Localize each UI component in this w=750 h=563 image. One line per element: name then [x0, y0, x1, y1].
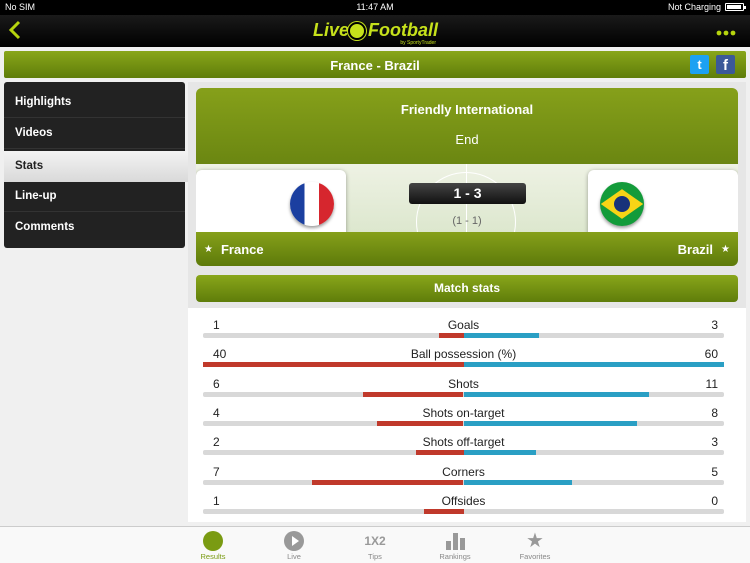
stat-label: Shots off-target: [422, 435, 505, 450]
away-stat-bar: [463, 450, 536, 456]
tab-tips[interactable]: 1X2 Tips: [350, 530, 400, 561]
play-icon: [284, 531, 304, 551]
away-stat-value: 8: [711, 405, 718, 420]
battery-status: Not Charging: [667, 2, 746, 12]
star-icon: ★: [526, 530, 544, 552]
home-stat-bar: [362, 391, 464, 397]
football-icon: [348, 22, 366, 40]
stat-row: 1 Offsides 0: [203, 489, 724, 518]
home-stat-bar: [438, 333, 464, 338]
match-stats-header: Match stats: [196, 275, 738, 302]
stat-row: 1 Goals 3: [203, 313, 724, 342]
app-logo: Live Football by SportyTrader: [313, 20, 438, 46]
stat-row: 2 Shots off-target 3: [203, 430, 724, 459]
more-dots-icon: [716, 30, 736, 36]
more-button[interactable]: [716, 21, 736, 37]
sidebar: Highlights Videos Stats Line-up Comments: [4, 82, 194, 248]
home-stat-bar: [423, 508, 464, 514]
home-team-name[interactable]: ★ France: [204, 242, 264, 257]
stat-row: 6 Shots 11: [203, 372, 724, 401]
stat-label: Corners: [442, 464, 485, 479]
away-team-badge[interactable]: [588, 170, 738, 238]
tab-rankings[interactable]: Rankings: [430, 530, 480, 561]
page-title: France - Brazil: [330, 58, 420, 73]
match-detail-panel: Friendly International End 1 - 3 (1 - 1)…: [188, 82, 746, 522]
away-stat-value: 5: [711, 464, 718, 479]
away-team-name[interactable]: Brazil ★: [678, 242, 730, 257]
away-stat-bar: [463, 391, 649, 397]
away-stat-value: 11: [705, 376, 718, 391]
stat-row: 7 Corners 5: [203, 460, 724, 489]
match-status: End: [455, 132, 479, 147]
stat-label: Goals: [447, 318, 480, 332]
star-icon[interactable]: ★: [721, 244, 730, 255]
sidebar-item-lineup[interactable]: Line-up: [4, 181, 185, 212]
star-icon[interactable]: ★: [204, 244, 213, 255]
facebook-share-button[interactable]: f: [716, 55, 735, 74]
battery-icon: [725, 3, 746, 11]
tips-icon: 1X2: [364, 534, 386, 548]
stat-label: Shots: [448, 376, 479, 391]
tab-results[interactable]: Results: [188, 530, 238, 561]
competition-name: Friendly International: [400, 102, 534, 117]
stat-label: Shots on-target: [422, 405, 505, 420]
clock: 11:47 AM: [356, 2, 394, 12]
final-score: 1 - 3: [409, 183, 526, 204]
home-team-badge[interactable]: [196, 170, 346, 238]
away-stat-bar: [463, 479, 572, 485]
stat-row: 4 Shots on-target 8: [203, 401, 724, 430]
chevron-left-icon: [8, 20, 21, 40]
bar-chart-icon: [445, 532, 465, 550]
status-bar: No SIM 11:47 AM Not Charging: [0, 0, 750, 15]
away-stat-value: 60: [704, 347, 718, 362]
away-stat-bar: [463, 362, 724, 368]
match-title-bar: France - Brazil t f: [4, 51, 746, 78]
tab-bar: Results Live 1X2 Tips Rankings ★ Favorit…: [0, 526, 750, 563]
stat-track: [203, 508, 724, 514]
tab-favorites[interactable]: ★ Favorites: [510, 530, 560, 561]
back-button[interactable]: [6, 19, 28, 43]
stat-row: 40 Ball possession (%) 60: [203, 342, 724, 371]
half-time-score: (1 - 1): [452, 215, 482, 227]
home-stat-bar: [415, 450, 464, 456]
sidebar-item-highlights[interactable]: Highlights: [4, 87, 185, 118]
stat-label: Ball possession (%): [410, 347, 517, 362]
away-stat-value: 3: [711, 318, 718, 332]
twitter-icon: t: [697, 57, 702, 72]
nav-bar: Live Football by SportyTrader: [0, 15, 750, 47]
stat-label: Offsides: [441, 493, 486, 508]
results-icon: [203, 531, 223, 551]
match-header: Friendly International End 1 - 3 (1 - 1): [196, 88, 738, 247]
home-stat-bar: [376, 420, 464, 426]
charging-label: Not Charging: [667, 2, 721, 12]
sidebar-item-comments[interactable]: Comments: [4, 212, 185, 243]
sidebar-item-videos[interactable]: Videos: [4, 118, 185, 149]
away-stat-value: 0: [711, 493, 718, 508]
away-stat-bar: [463, 420, 637, 426]
tab-live[interactable]: Live: [269, 530, 319, 561]
home-stat-bar: [203, 362, 464, 368]
sidebar-item-stats[interactable]: Stats: [4, 151, 194, 182]
stats-list[interactable]: 1 Goals 3 40 Ball possession (%) 60 6 Shots 11 4 S…: [188, 308, 746, 522]
away-stat-value: 3: [711, 435, 718, 450]
twitter-share-button[interactable]: t: [690, 55, 709, 74]
home-stat-bar: [311, 479, 464, 485]
away-stat-bar: [463, 333, 539, 338]
facebook-icon: f: [723, 57, 728, 74]
team-names-bar: ★ France Brazil ★: [196, 232, 738, 266]
